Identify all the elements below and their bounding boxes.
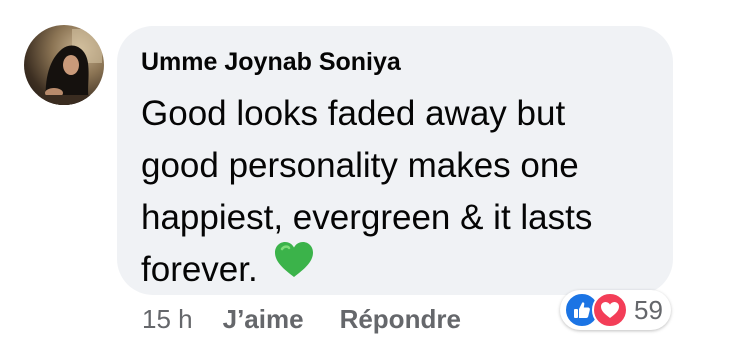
comment-text: Good looks faded away but good personali…: [141, 88, 661, 298]
comment-author[interactable]: Umme Joynab Soniya: [141, 48, 401, 77]
green-heart-icon: [274, 241, 314, 294]
comment-line: happiest, evergreen & it lasts: [141, 198, 593, 237]
comment-actions: 15 h J’aime Répondre: [142, 304, 497, 335]
comment-line: good personality makes one: [141, 146, 579, 185]
comment-bubble: Umme Joynab Soniya Good looks faded away…: [117, 26, 673, 295]
love-icon: [592, 292, 628, 328]
avatar[interactable]: [24, 25, 104, 105]
reaction-count: 59: [634, 294, 663, 325]
like-button[interactable]: J’aime: [223, 304, 304, 335]
reply-button[interactable]: Répondre: [340, 304, 461, 335]
avatar-image: [24, 29, 104, 105]
comment-timestamp[interactable]: 15 h: [142, 304, 193, 335]
comment-line-text: forever.: [141, 250, 258, 289]
reactions-summary[interactable]: 59: [560, 290, 671, 330]
comment-line: Good looks faded away but: [141, 94, 566, 133]
